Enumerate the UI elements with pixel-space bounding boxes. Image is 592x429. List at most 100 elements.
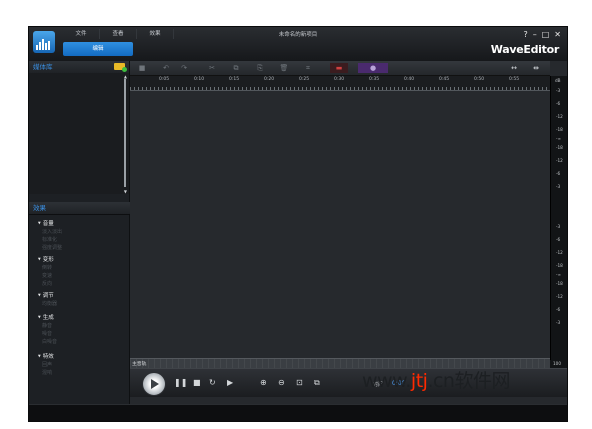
fx-item[interactable]: 混响 <box>42 369 52 376</box>
fx-item[interactable]: 变速 <box>42 272 52 279</box>
copy-icon[interactable]: ⧉ <box>230 63 242 73</box>
fx-category-generate[interactable]: 生成 <box>38 313 54 321</box>
db-label: -3 <box>556 224 561 229</box>
watermark-highlight: jtj <box>410 370 428 392</box>
ruler-tick: 0:15 <box>229 77 240 82</box>
time-ruler[interactable]: 0:05 0:10 0:15 0:20 0:25 0:30 0:35 0:40 … <box>130 76 550 91</box>
db-label: -6 <box>556 171 561 176</box>
master-track-label: 主音轨 <box>132 362 147 367</box>
tab-edit[interactable]: 编辑 <box>63 42 133 56</box>
fx-category-volume[interactable]: 音量 <box>38 219 54 227</box>
ruler-tick: 0:20 <box>264 77 275 82</box>
zoom-in-icon[interactable]: ⊕ <box>260 378 267 388</box>
fx-category-adjust[interactable]: 调节 <box>38 291 54 299</box>
paste-icon[interactable]: ⎘ <box>254 63 266 73</box>
effects-panel-header: 效果 <box>29 202 133 215</box>
undo-icon[interactable]: ↶ <box>160 63 172 73</box>
scroll-down-icon[interactable]: ▼ <box>124 189 127 194</box>
media-scrollbar[interactable] <box>124 79 126 187</box>
minimize-button[interactable]: – <box>533 30 537 39</box>
waveform-area[interactable] <box>130 91 550 358</box>
close-button[interactable]: ✕ <box>554 30 561 39</box>
editor-area: ■ ↶ ↷ ✂ ⧉ ⎘ 🗑 ⌗ ▬ ● ↔ ⇹ 0:05 0:10 0:15 0… <box>130 61 567 407</box>
fx-category-special[interactable]: 特效 <box>38 352 54 360</box>
record-icon[interactable]: ● <box>358 63 388 73</box>
ruler-tick: 0:10 <box>194 77 205 82</box>
loop-icon[interactable]: ↻ <box>209 378 216 388</box>
trim-icon[interactable]: ⌗ <box>302 63 314 73</box>
fx-item[interactable]: 淡入淡出 <box>42 228 62 235</box>
watermark-prefix: www. <box>362 370 411 392</box>
help-button[interactable]: ? <box>523 30 527 39</box>
db-unit: dB <box>555 78 561 83</box>
db-label: -12 <box>556 114 563 119</box>
fx-item[interactable]: 反向 <box>42 280 52 287</box>
db-label: -6 <box>556 307 561 312</box>
menu-bar: 文件 查看 效果 <box>63 29 174 39</box>
ruler-tick: 0:25 <box>299 77 310 82</box>
fx-item[interactable]: 均衡器 <box>42 300 57 307</box>
play-button[interactable] <box>142 372 166 396</box>
fx-item[interactable]: 白噪音 <box>42 338 57 345</box>
media-list[interactable]: ▲ ▼ <box>29 73 129 194</box>
stop-icon[interactable]: ■ <box>193 378 201 388</box>
title-bar: 文件 查看 效果 编辑 未命名的新项目 ? – □ ✕ WaveEditor <box>29 27 567 61</box>
media-panel-title: 媒体库 <box>33 63 53 71</box>
zoom-in-h-icon[interactable]: ↔ <box>508 63 520 73</box>
db-label: -12 <box>556 294 563 299</box>
wave-editor-window: 文件 查看 效果 编辑 未命名的新项目 ? – □ ✕ WaveEditor 媒… <box>28 26 568 422</box>
ruler-tick: 0:50 <box>474 77 485 82</box>
delete-icon[interactable]: 🗑 <box>278 63 290 73</box>
db-scale: dB -3 -6 -12 -18 -∞ -18 -12 -6 -3 -3 -6 … <box>550 76 567 360</box>
ruler-ticks <box>130 87 550 90</box>
menu-file[interactable]: 文件 <box>63 29 100 39</box>
db-label: -18 <box>556 281 563 286</box>
menu-view[interactable]: 查看 <box>100 29 137 39</box>
window-controls: ? – □ ✕ <box>523 30 561 39</box>
menu-effects[interactable]: 效果 <box>137 29 174 39</box>
zoom-out-h-icon[interactable]: ⇹ <box>530 63 542 73</box>
master-scale-label: 100 <box>553 361 561 366</box>
ruler-tick: 0:35 <box>369 77 380 82</box>
db-label: -3 <box>556 88 561 93</box>
zoom-fit-icon[interactable]: ⧉ <box>314 378 320 388</box>
fx-item[interactable]: 噪音 <box>42 330 52 337</box>
maximize-button[interactable]: □ <box>542 30 550 39</box>
insert-silence-icon[interactable]: ▬ <box>330 63 348 73</box>
watermark-suffix: .cn软件网 <box>427 370 510 392</box>
effects-panel-title: 效果 <box>33 204 46 212</box>
next-icon[interactable]: ▶ <box>227 378 233 388</box>
fx-item[interactable]: 回声 <box>42 361 52 368</box>
ruler-tick: 0:40 <box>404 77 415 82</box>
pause-icon[interactable]: ❚❚ <box>174 378 187 388</box>
fx-category-transform[interactable]: 变形 <box>38 255 54 263</box>
fx-item[interactable]: 标准化 <box>42 236 57 243</box>
db-label: -18 <box>556 263 563 268</box>
edit-toolbar: ■ ↶ ↷ ✂ ⧉ ⎘ 🗑 ⌗ ▬ ● ↔ ⇹ <box>130 61 550 76</box>
folder-add-icon[interactable] <box>114 63 127 72</box>
db-label: -18 <box>556 145 563 150</box>
fx-item[interactable]: 静音 <box>42 322 52 329</box>
status-bar <box>29 404 567 421</box>
fx-item[interactable]: 强度调整 <box>42 244 62 251</box>
brand-name: WaveEditor <box>490 43 560 56</box>
ruler-tick: 0:45 <box>439 77 450 82</box>
db-label: -6 <box>556 101 561 106</box>
db-label: -∞ <box>556 136 561 141</box>
effects-list: 音量 淡入淡出 标准化 强度调整 变形 倒转 变速 反向 调节 均衡器 生成 静… <box>29 215 129 407</box>
db-label: -3 <box>556 320 561 325</box>
zoom-selection-icon[interactable]: ⊡ <box>296 378 303 388</box>
db-label: -6 <box>556 237 561 242</box>
left-sidebar: 媒体库 ▲ ▼ 效果 音量 淡入淡出 标准化 强度调整 变形 倒转 变速 反向 … <box>29 61 133 407</box>
fx-item[interactable]: 倒转 <box>42 264 52 271</box>
zoom-out-icon[interactable]: ⊖ <box>278 378 285 388</box>
ruler-tick: 0:55 <box>509 77 520 82</box>
app-logo-icon <box>33 31 55 53</box>
db-label: -12 <box>556 158 563 163</box>
redo-icon[interactable]: ↷ <box>178 63 190 73</box>
db-label: -3 <box>556 184 561 189</box>
ruler-tick: 0:30 <box>334 77 345 82</box>
new-icon[interactable]: ■ <box>136 63 148 73</box>
cut-icon[interactable]: ✂ <box>206 63 218 73</box>
db-label: -12 <box>556 250 563 255</box>
